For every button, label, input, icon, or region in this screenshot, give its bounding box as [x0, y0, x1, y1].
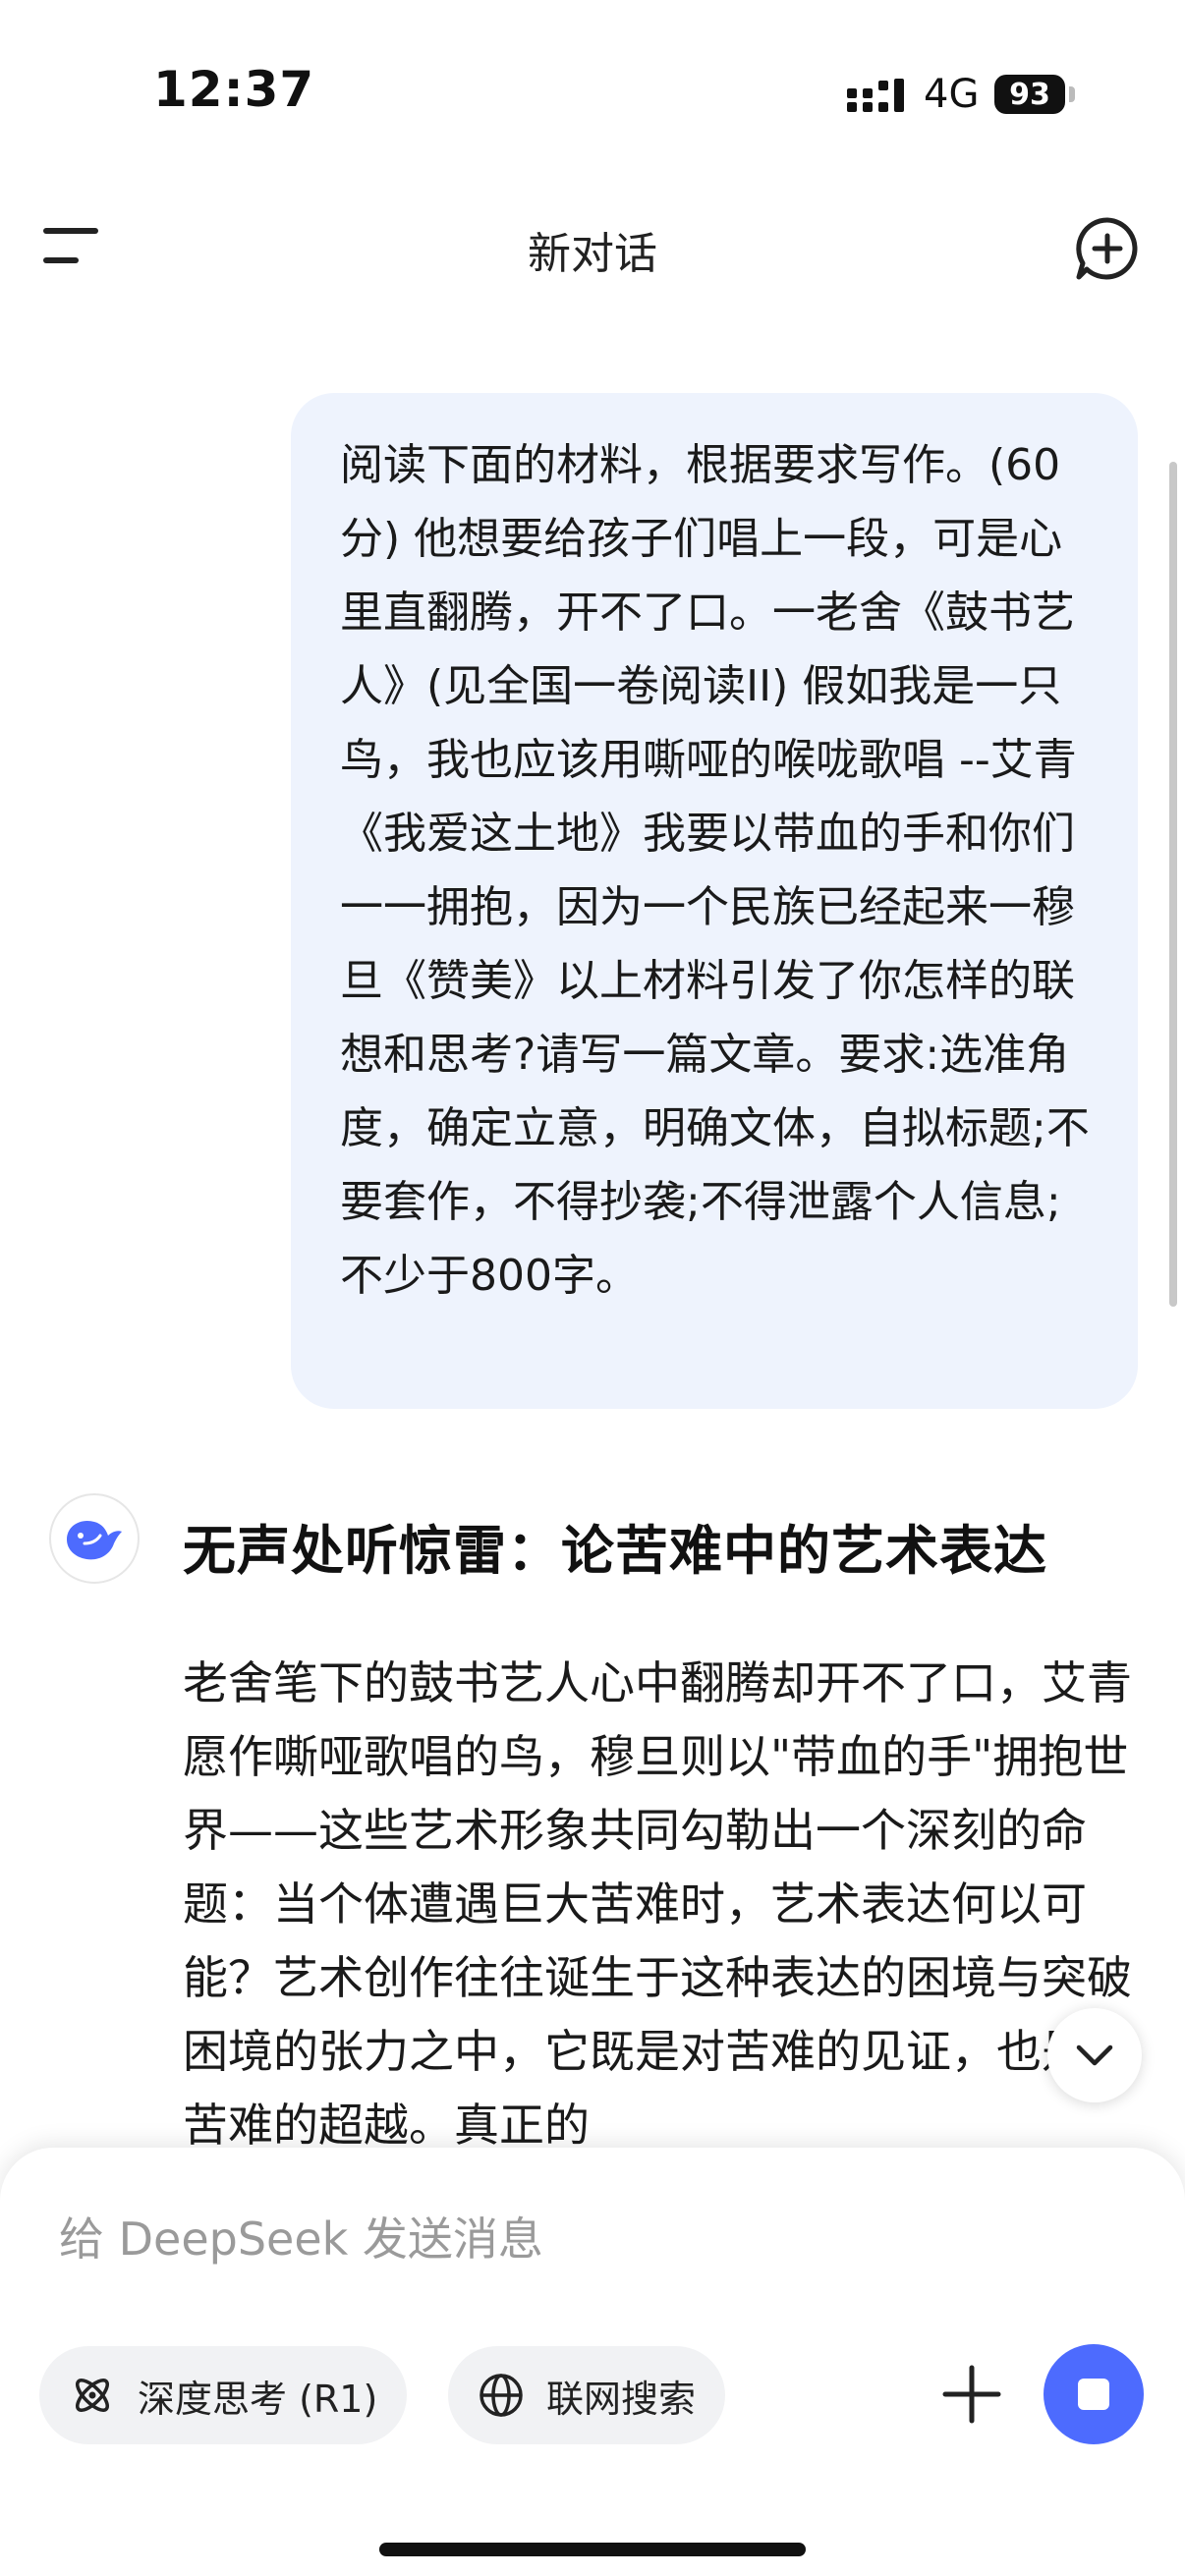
user-message-text: 阅读下面的材料，根据要求写作。(60分) 他想要给孩子们唱上一段，可是心里直翻腾…: [340, 440, 1090, 1301]
battery-cap: [1069, 86, 1075, 102]
battery-level: 93: [1009, 77, 1050, 112]
whale-logo-icon: [67, 1520, 122, 1560]
attach-plus-icon[interactable]: [941, 2364, 1002, 2425]
web-search-toggle[interactable]: 联网搜索: [448, 2346, 726, 2444]
scrollbar[interactable]: [1169, 462, 1177, 1307]
stop-icon: [1078, 2379, 1109, 2410]
web-search-label: 联网搜索: [546, 2377, 697, 2421]
battery-indicator: 93: [994, 75, 1065, 114]
message-input[interactable]: [59, 2205, 943, 2273]
network-label: 4G: [924, 72, 980, 117]
page-title: 新对话: [528, 229, 657, 279]
response-body: 老舍笔下的鼓书艺人心中翻腾却开不了口，艾青愿作嘶哑歌唱的鸟，穆旦则以"带血的手"…: [183, 1656, 1132, 2152]
deep-think-toggle[interactable]: 深度思考 (R1): [39, 2346, 408, 2444]
chevron-down-icon: [1076, 2044, 1113, 2066]
signal-icon: [847, 79, 904, 112]
stop-generation-button[interactable]: [1044, 2344, 1144, 2444]
scroll-to-bottom-button[interactable]: [1047, 2008, 1142, 2102]
atom-icon: [76, 2379, 109, 2412]
globe-icon: [480, 2374, 523, 2417]
response-title: 无声处听惊雷：论苦难中的艺术表达: [183, 1520, 1047, 1582]
deep-think-label: 深度思考 (R1): [138, 2377, 378, 2421]
deepseek-avatar: [49, 1493, 140, 1584]
status-time: 12:37: [153, 61, 315, 118]
new-chat-icon[interactable]: [1073, 214, 1142, 283]
user-message-bubble: 阅读下面的材料，根据要求写作。(60分) 他想要给孩子们唱上一段，可是心里直翻腾…: [291, 393, 1138, 1409]
home-indicator: [379, 2543, 806, 2556]
